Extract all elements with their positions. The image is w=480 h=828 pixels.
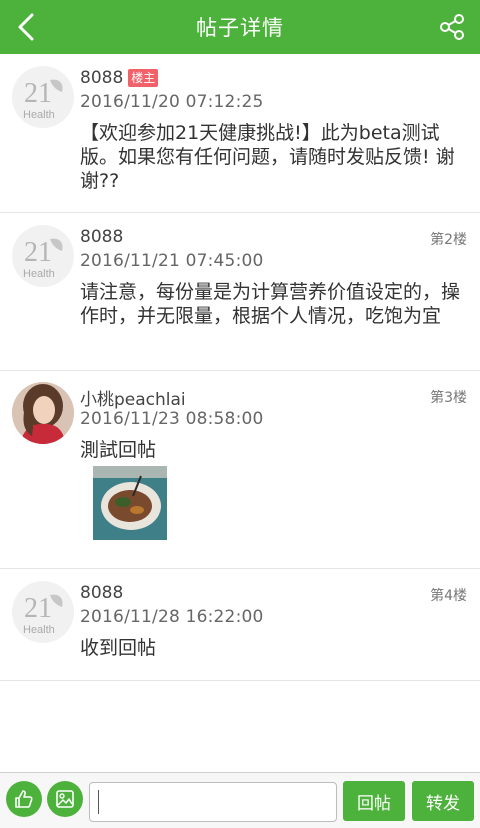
thumbs-up-icon [15, 790, 33, 808]
post-username: 8088 楼主 [80, 68, 159, 88]
back-button[interactable] [6, 7, 46, 47]
post-username: 小桃peachlai [80, 390, 186, 410]
post-content: 【欢迎参加21天健康挑战!】此为beta测试版。如果您有任何问题，请随时发贴反馈… [80, 122, 455, 192]
floor-number: 第3楼 [430, 390, 467, 406]
post-username: 8088 [80, 227, 124, 247]
post-time: 2016/11/20 07:12:25 [80, 92, 264, 112]
post-item: 小桃peachlai 第3楼 2016/11/23 08:58:00 測試回帖 [0, 371, 480, 569]
post-time: 2016/11/28 16:22:00 [80, 607, 264, 627]
avatar[interactable]: 21 Health [12, 581, 74, 643]
svg-text:21: 21 [24, 237, 52, 268]
post-content: 请注意，每份量是为计算营养价值设定的，操作时，并无限量，根据个人情况，吃饱为宜 [80, 281, 461, 327]
svg-text:Health: Health [23, 624, 55, 636]
post-time: 2016/11/23 08:58:00 [80, 409, 264, 429]
image-button[interactable] [47, 781, 83, 817]
post-username: 8088 [80, 583, 124, 603]
reply-button[interactable]: 回帖 [343, 781, 405, 821]
floor-number: 第4楼 [430, 588, 467, 604]
post-content: 測試回帖 [80, 439, 157, 461]
share-button[interactable] [432, 7, 472, 47]
reply-bar: 回帖 转发 [0, 772, 480, 828]
text-caret [98, 790, 99, 814]
post-item: 21 Health 8088 第4楼 2016/11/28 16:22:00 收… [0, 569, 480, 681]
avatar[interactable]: 21 Health [12, 225, 74, 287]
image-icon [56, 790, 74, 808]
like-button[interactable] [6, 781, 42, 817]
post-content: 收到回帖 [80, 637, 157, 659]
owner-badge: 楼主 [128, 69, 159, 87]
post-item: 21 Health 8088 第2楼 2016/11/21 07:45:00 请… [0, 213, 480, 371]
page-title: 帖子详情 [196, 16, 284, 40]
svg-text:21: 21 [24, 78, 52, 109]
post-item: 21 Health 8088 楼主 2016/11/20 07:12:25 【欢… [0, 54, 480, 213]
svg-text:Health: Health [23, 109, 55, 121]
share-icon [440, 14, 464, 40]
username-text: 8088 [80, 68, 124, 88]
top-bar: 帖子详情 [0, 0, 480, 54]
avatar[interactable]: 21 Health [12, 66, 74, 128]
svg-text:21: 21 [24, 593, 52, 624]
avatar[interactable] [12, 382, 74, 444]
chevron-left-icon [18, 13, 34, 41]
reply-input[interactable] [89, 782, 337, 822]
floor-number: 第2楼 [430, 232, 467, 248]
post-time: 2016/11/21 07:45:00 [80, 251, 264, 271]
post-image[interactable] [93, 466, 167, 540]
forward-button[interactable]: 转发 [412, 781, 474, 821]
svg-text:Health: Health [23, 268, 55, 280]
